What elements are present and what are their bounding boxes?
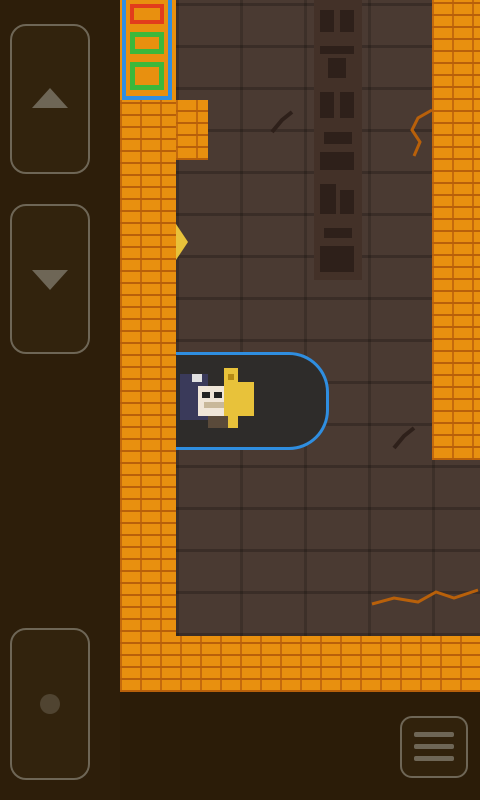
floor-crack-icon	[371, 588, 479, 606]
hamburger-icon	[414, 756, 454, 761]
bottom-brick-wall	[120, 636, 480, 692]
action-pad-icon	[40, 694, 60, 714]
action-button[interactable]	[10, 628, 90, 780]
menu-button[interactable]	[400, 716, 468, 778]
hamburger-icon	[414, 744, 454, 749]
brick-ledge	[176, 100, 208, 160]
down-button[interactable]	[10, 204, 90, 354]
arrow-up-icon	[32, 88, 68, 108]
hamburger-icon	[414, 732, 454, 737]
up-button[interactable]	[10, 24, 90, 174]
wall-stud-icon	[176, 224, 188, 260]
banner-icon	[122, 0, 172, 100]
game-viewport[interactable]	[120, 0, 480, 692]
hieroglyph-carving-icon	[314, 0, 362, 280]
floor-mark-icon	[392, 426, 416, 450]
left-brick-wall	[120, 100, 176, 692]
wall-crack-icon	[410, 108, 433, 157]
arrow-down-icon	[32, 270, 68, 290]
explorer-player-icon[interactable]	[178, 364, 260, 434]
right-brick-wall	[432, 0, 480, 460]
floor-mark-icon	[270, 110, 294, 134]
